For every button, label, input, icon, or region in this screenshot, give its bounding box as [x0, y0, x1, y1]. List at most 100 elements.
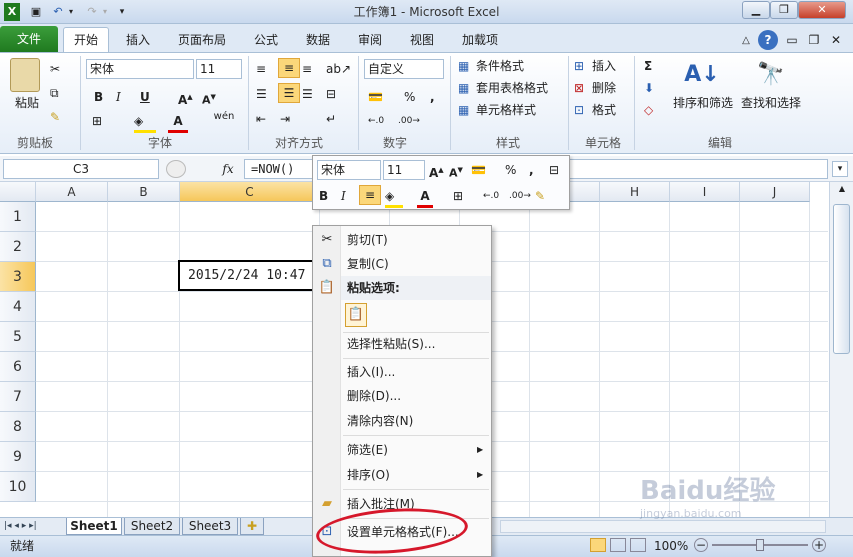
mini-increase-decimal-icon[interactable]: ←.0: [483, 187, 505, 205]
conditional-format-button[interactable]: 条件格式: [476, 57, 556, 75]
format-painter-icon[interactable]: ✎: [50, 108, 70, 126]
minimize-ribbon-icon[interactable]: △: [738, 29, 754, 52]
workbook-close-icon[interactable]: ✕: [828, 29, 844, 52]
copy-icon[interactable]: ⧉: [50, 84, 70, 102]
tab-view[interactable]: 视图: [402, 29, 442, 52]
autosum-icon[interactable]: Σ: [644, 57, 660, 75]
insert-sheet-icon[interactable]: ✚: [240, 518, 264, 535]
tab-home[interactable]: 开始: [63, 27, 109, 53]
workbook-restore-icon[interactable]: ❐: [806, 29, 822, 52]
underline-button[interactable]: U: [140, 88, 154, 106]
cell-styles-button[interactable]: 单元格样式: [476, 101, 556, 119]
mini-format-painter-icon[interactable]: ✎: [535, 187, 553, 205]
format-cells-ribbon-icon[interactable]: ⊡: [574, 101, 590, 119]
orientation-icon[interactable]: ab↗: [326, 60, 351, 78]
delete-cells-icon[interactable]: ⊠: [574, 79, 590, 97]
menu-item-sort[interactable]: 排序(O): [313, 463, 491, 487]
shrink-font-icon[interactable]: A▼: [202, 88, 220, 110]
align-middle-icon[interactable]: ≡: [278, 58, 300, 78]
mini-accounting-format-icon[interactable]: 💳: [471, 161, 493, 179]
menu-item-clear-contents[interactable]: 清除内容(N): [313, 409, 491, 433]
selected-cell-c3[interactable]: 2015/2/24 10:47: [178, 260, 318, 291]
mini-font-size-combo[interactable]: 11: [383, 160, 425, 180]
fill-icon[interactable]: ⬇: [644, 79, 660, 97]
menu-item-delete[interactable]: 删除(D)...: [313, 384, 491, 408]
paste-icon[interactable]: [10, 58, 40, 92]
column-header-j[interactable]: J: [740, 182, 810, 202]
redo-icon[interactable]: ↷: [84, 3, 100, 21]
number-format-combo[interactable]: 自定义: [364, 59, 444, 79]
sort-filter-icon[interactable]: A↓: [684, 58, 720, 92]
accounting-format-icon[interactable]: 💳: [368, 88, 392, 106]
find-select-icon[interactable]: 🔭: [756, 58, 786, 92]
workbook-minimize-icon[interactable]: ▭: [784, 29, 800, 52]
scroll-up-icon[interactable]: ▲: [835, 184, 849, 198]
undo-icon[interactable]: ↶: [50, 3, 66, 21]
sheet-tab-2[interactable]: Sheet2: [124, 518, 180, 535]
grow-font-icon[interactable]: A▲: [178, 88, 196, 109]
vertical-scroll-thumb[interactable]: [833, 204, 850, 354]
row-header-6[interactable]: 6: [0, 352, 36, 382]
paste-option-clipboard-icon[interactable]: 📋: [345, 303, 367, 327]
align-left-icon[interactable]: ☰: [256, 85, 276, 103]
find-select-button[interactable]: 查找和选择: [736, 94, 806, 112]
row-header-7[interactable]: 7: [0, 382, 36, 412]
mini-fill-color-icon[interactable]: ◈: [385, 187, 403, 208]
column-header-a[interactable]: A: [36, 182, 108, 202]
insert-function-button[interactable]: fx: [218, 159, 238, 179]
row-header-1[interactable]: 1: [0, 202, 36, 232]
page-layout-view-icon[interactable]: [610, 538, 626, 552]
mini-shrink-font-icon[interactable]: A▼: [449, 161, 465, 183]
tab-insert[interactable]: 插入: [118, 29, 158, 52]
increase-decimal-icon[interactable]: ←.0: [368, 112, 392, 130]
tab-page-layout[interactable]: 页面布局: [170, 29, 234, 52]
row-header-2[interactable]: 2: [0, 232, 36, 262]
menu-item-copy[interactable]: 复制(C): [313, 252, 491, 276]
mini-italic-button[interactable]: I: [341, 187, 355, 205]
select-all-corner[interactable]: [0, 182, 36, 202]
mini-font-color-icon[interactable]: A: [417, 187, 433, 208]
menu-item-cut[interactable]: 剪切(T): [313, 228, 491, 252]
tab-data[interactable]: 数据: [298, 29, 338, 52]
mini-decrease-decimal-icon[interactable]: .00→: [509, 187, 531, 205]
percent-button[interactable]: %: [404, 88, 418, 106]
minimize-icon[interactable]: ▁: [742, 1, 770, 19]
sheet-navigation-icon[interactable]: |◂ ◂ ▸ ▸|: [4, 518, 60, 534]
tab-addins[interactable]: 加载项: [454, 29, 506, 52]
mini-grow-font-icon[interactable]: A▲: [429, 161, 445, 182]
mini-comma-button[interactable]: ,: [529, 161, 539, 179]
undo-dropdown-icon[interactable]: ▾: [66, 3, 76, 21]
customize-qat-icon[interactable]: ▾: [116, 3, 128, 21]
bold-button[interactable]: B: [94, 88, 108, 106]
mini-font-name-combo[interactable]: 宋体: [317, 160, 381, 180]
row-header-5[interactable]: 5: [0, 322, 36, 352]
insert-cells-button[interactable]: 插入: [592, 57, 632, 75]
cell-styles-icon[interactable]: ▦: [458, 101, 474, 119]
italic-button[interactable]: I: [116, 88, 130, 106]
mini-center-align-icon[interactable]: ≡: [359, 185, 381, 205]
font-color-icon[interactable]: A: [168, 112, 188, 133]
menu-item-insert[interactable]: 插入(I)...: [313, 360, 491, 384]
delete-cells-button[interactable]: 删除: [592, 79, 632, 97]
redo-dropdown-icon[interactable]: ▾: [100, 3, 110, 21]
format-as-table-icon[interactable]: ▦: [458, 79, 474, 97]
row-header-4[interactable]: 4: [0, 292, 36, 322]
row-header-9[interactable]: 9: [0, 442, 36, 472]
help-icon[interactable]: ?: [758, 30, 778, 50]
insert-cells-icon[interactable]: ⊞: [574, 57, 590, 75]
page-break-view-icon[interactable]: [630, 538, 646, 552]
sheet-tab-3[interactable]: Sheet3: [182, 518, 238, 535]
align-bottom-icon[interactable]: ≡: [302, 60, 322, 78]
borders-icon[interactable]: ⊞: [92, 112, 114, 130]
column-header-c[interactable]: C: [180, 182, 320, 202]
tab-review[interactable]: 审阅: [350, 29, 390, 52]
zoom-slider-thumb[interactable]: [756, 539, 764, 551]
save-icon[interactable]: ▣: [28, 3, 44, 21]
tab-file[interactable]: 文件: [0, 26, 58, 52]
row-header-3[interactable]: 3: [0, 262, 36, 292]
merge-center-icon[interactable]: ⊟: [326, 85, 348, 103]
mini-percent-button[interactable]: %: [505, 161, 519, 179]
normal-view-icon[interactable]: [590, 538, 606, 552]
restore-icon[interactable]: ❐: [770, 1, 798, 19]
row-header-8[interactable]: 8: [0, 412, 36, 442]
